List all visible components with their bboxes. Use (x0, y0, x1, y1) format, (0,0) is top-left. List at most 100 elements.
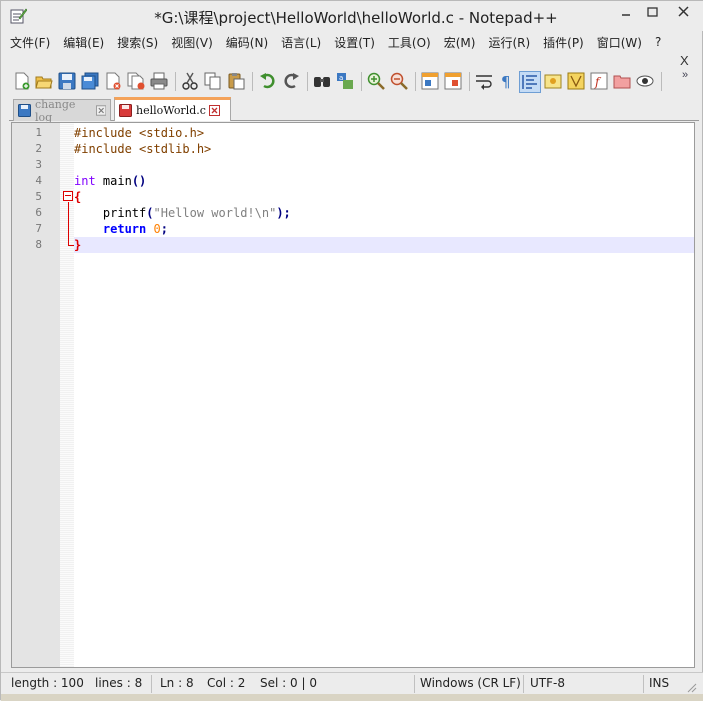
minimize-button[interactable] (613, 1, 639, 22)
menu-search[interactable]: 搜索(S) (117, 34, 158, 51)
code-line: #include <stdio.h> (74, 125, 204, 141)
tab-helloworld-c[interactable]: helloWorld.c (114, 97, 231, 121)
function-name: main (95, 174, 132, 188)
line-number: 3 (35, 158, 42, 171)
toolbar-overflow-button[interactable]: » (682, 69, 688, 81)
sync-vertical-scroll-icon[interactable] (421, 72, 439, 90)
redo-icon[interactable] (282, 72, 300, 90)
toolbar-separator (307, 72, 308, 91)
line-number: 5 (35, 190, 42, 203)
toolbar-separator (415, 72, 416, 91)
code-line: { (74, 189, 81, 205)
copy-icon[interactable] (204, 72, 222, 90)
menu-file[interactable]: 文件(F) (10, 34, 50, 51)
show-all-characters-icon[interactable]: ¶ (498, 72, 516, 90)
close-tab-icon[interactable] (208, 105, 220, 116)
menu-bar: 文件(F) 编辑(E) 搜索(S) 视图(V) 编码(N) 语言(L) 设置(T… (1, 32, 703, 52)
editor-pane[interactable]: 1 2 3 4 5 6 7 8 #include <stdio.h> #incl… (11, 122, 695, 668)
indent-guide-button[interactable] (519, 71, 541, 93)
menu-plugins[interactable]: 插件(P) (543, 34, 584, 51)
close-tab-icon[interactable] (95, 105, 106, 116)
save-icon[interactable] (58, 72, 76, 90)
tab-label: change log (35, 97, 76, 124)
unsaved-file-icon (119, 104, 132, 117)
status-insert-mode[interactable]: INS (649, 676, 669, 690)
menu-view[interactable]: 视图(V) (171, 34, 213, 51)
string-literal: "Hellow world!\n" (153, 206, 277, 220)
fold-range-line (68, 202, 69, 245)
status-length: length : 100 (11, 676, 84, 690)
status-line-number: Ln : 8 (160, 676, 194, 690)
function-list-icon[interactable]: f (590, 72, 608, 90)
line-number: 7 (35, 222, 42, 235)
brace: } (74, 238, 82, 252)
resize-grip-icon[interactable] (685, 681, 697, 693)
code-line: printf("Hellow world!\n"); (74, 205, 291, 221)
close-icon (677, 6, 689, 17)
type-keyword: int (74, 174, 96, 188)
operator: () (131, 174, 147, 188)
close-document-button[interactable]: X (680, 53, 689, 68)
preprocessor-directive: #include <stdio.h> (74, 126, 205, 140)
fold-toggle-icon[interactable] (63, 191, 73, 201)
word-wrap-icon[interactable] (475, 72, 493, 90)
status-encoding[interactable]: UTF-8 (530, 676, 565, 690)
preprocessor-directive: #include <stdlib.h> (74, 142, 212, 156)
close-all-icon[interactable] (127, 72, 145, 90)
tab-label: helloWorld.c (136, 104, 206, 117)
line-number: 6 (35, 206, 42, 219)
status-separator (414, 675, 415, 693)
toolbar-separator (469, 72, 470, 91)
menu-settings[interactable]: 设置(T) (334, 34, 375, 51)
open-file-icon[interactable] (35, 72, 53, 90)
close-file-icon[interactable] (104, 72, 122, 90)
status-separator (523, 675, 524, 693)
menu-window[interactable]: 窗口(W) (597, 34, 642, 51)
status-selection: Sel : 0 | 0 (260, 676, 317, 690)
close-window-button[interactable] (665, 1, 701, 22)
cut-icon[interactable] (181, 72, 199, 90)
operator: ); (276, 206, 291, 220)
keyword: return (102, 222, 147, 236)
svg-text:¶: ¶ (501, 73, 511, 90)
paste-icon[interactable] (227, 72, 245, 90)
toolbar-separator (252, 72, 253, 91)
document-map-icon[interactable] (567, 72, 585, 90)
code-line: int main() (74, 173, 146, 189)
status-column: Col : 2 (207, 676, 246, 690)
status-eol-format[interactable]: Windows (CR LF) (420, 676, 521, 690)
indent-guide-icon (522, 75, 537, 89)
status-separator (643, 675, 644, 693)
tab-change-log[interactable]: change log (13, 97, 111, 124)
menu-tools[interactable]: 工具(O) (388, 34, 431, 51)
notepad-plus-plus-icon[interactable] (10, 7, 27, 24)
toolbar-separator (175, 72, 176, 91)
menu-edit[interactable]: 编辑(E) (63, 34, 104, 51)
line-number: 4 (35, 174, 42, 187)
folder-as-workspace-icon[interactable] (613, 72, 631, 90)
menu-help[interactable]: ? (655, 35, 661, 49)
menu-run[interactable]: 运行(R) (488, 34, 530, 51)
code-area[interactable]: #include <stdio.h> #include <stdlib.h> i… (74, 123, 694, 667)
new-file-icon[interactable] (13, 72, 31, 90)
user-defined-language-icon[interactable] (544, 72, 562, 90)
print-icon[interactable] (150, 72, 168, 90)
operator: ; (160, 222, 168, 236)
monitoring-icon[interactable] (636, 72, 654, 90)
save-all-icon[interactable] (81, 72, 99, 90)
replace-icon[interactable]: a (336, 72, 354, 90)
zoom-in-icon[interactable] (367, 72, 385, 90)
menu-encoding[interactable]: 编码(N) (226, 34, 268, 51)
undo-icon[interactable] (259, 72, 277, 90)
maximize-icon (646, 6, 658, 17)
sync-horizontal-scroll-icon[interactable] (444, 72, 462, 90)
brace: { (74, 190, 82, 204)
operator: ( (146, 206, 154, 220)
find-icon[interactable] (313, 72, 331, 90)
saved-file-icon (18, 104, 31, 117)
menu-macro[interactable]: 宏(M) (444, 34, 476, 51)
menu-language[interactable]: 语言(L) (281, 34, 321, 51)
fold-margin (60, 123, 74, 667)
maximize-button[interactable] (639, 1, 665, 22)
zoom-out-icon[interactable] (390, 72, 408, 90)
